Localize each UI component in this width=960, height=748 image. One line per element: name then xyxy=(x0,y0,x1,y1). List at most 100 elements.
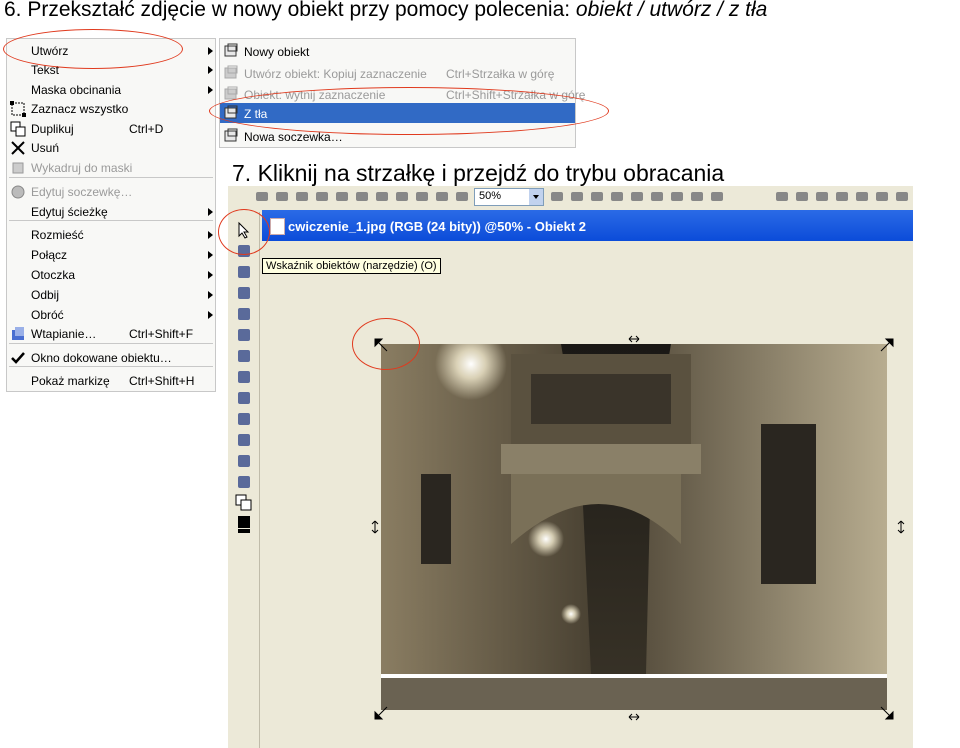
menu-item-6[interactable]: Wykadruj do maski xyxy=(7,158,215,177)
menu-item-0[interactable]: Utwórz xyxy=(7,41,215,60)
submenu-item-4[interactable]: Nowa soczewka… xyxy=(220,126,575,146)
toolbar-button-icon[interactable] xyxy=(589,189,605,204)
toolbar-button-icon[interactable] xyxy=(649,189,665,204)
menu-item-7[interactable]: Edytuj soczewkę… xyxy=(7,182,215,201)
menu-separator xyxy=(9,220,213,221)
submenu-item-label: Z tła xyxy=(244,107,268,121)
toolbar-button-icon[interactable] xyxy=(334,189,350,204)
feather-icon xyxy=(10,326,26,342)
object-icon xyxy=(223,65,239,81)
menu-item-5[interactable]: Usuń xyxy=(7,138,215,157)
document-title: cwiczenie_1.jpg (RGB (24 bity)) @50% - O… xyxy=(288,219,587,234)
toolbar-button-icon[interactable] xyxy=(854,189,870,204)
toolbar-button-icon[interactable] xyxy=(894,189,910,204)
menu-item-3[interactable]: Zaznacz wszystko xyxy=(7,99,215,118)
toolbar-button-icon[interactable] xyxy=(549,189,565,204)
submenu-item-2[interactable]: Obiekt: wytnij zaznaczenie Ctrl+Shift+Str… xyxy=(220,84,585,104)
menu-item-15[interactable]: Okno dokowane obiektu… xyxy=(7,348,215,367)
menu-item-8[interactable]: Edytuj ścieżkę xyxy=(7,202,215,221)
toolbar-button-icon[interactable] xyxy=(414,189,430,204)
shadow-icon[interactable] xyxy=(233,451,255,471)
menu-item-9[interactable]: Rozmieść xyxy=(7,225,215,244)
toolbar-button-icon[interactable] xyxy=(794,189,810,204)
toolbar-button-icon[interactable] xyxy=(394,189,410,204)
chevron-down-icon[interactable] xyxy=(529,189,543,205)
toolbar-button-icon[interactable] xyxy=(814,189,830,204)
menu-item-label: Rozmieść xyxy=(31,228,84,242)
menu-item-label: Otoczka xyxy=(31,268,76,282)
resize-handle-bottom[interactable] xyxy=(627,710,641,724)
checkmark-icon xyxy=(10,350,26,366)
submenu-arrow-icon xyxy=(208,208,213,216)
clone-icon[interactable] xyxy=(233,430,255,450)
toolbar-button-icon[interactable] xyxy=(609,189,625,204)
menu-item-13[interactable]: Obróć xyxy=(7,305,215,324)
menu-separator xyxy=(9,177,213,178)
crop-icon[interactable] xyxy=(233,262,255,282)
object-icon xyxy=(223,128,239,144)
toolbar-button-icon[interactable] xyxy=(834,189,850,204)
zoom-select[interactable]: 50% xyxy=(474,188,544,206)
resize-handle-left[interactable] xyxy=(368,520,382,534)
toolbar-button-icon[interactable] xyxy=(689,189,705,204)
menu-item-11[interactable]: Otoczka xyxy=(7,265,215,284)
color-swatch-icon[interactable] xyxy=(233,493,255,513)
toolbar-button-icon[interactable] xyxy=(874,189,890,204)
toolbar-button-icon[interactable] xyxy=(454,189,470,204)
foreground-color-icon[interactable] xyxy=(233,514,255,534)
menu-item-16[interactable]: Pokaż markizę Ctrl+Shift+H xyxy=(7,371,215,390)
submenu-item-0[interactable]: Nowy obiekt xyxy=(220,41,575,61)
toolbar-button-icon[interactable] xyxy=(434,189,450,204)
tool-tooltip: Wskaźnik obiektów (narzędzie) (O) xyxy=(262,258,441,274)
brush-icon[interactable] xyxy=(233,388,255,408)
marquee-icon[interactable] xyxy=(233,241,255,261)
text-tool-icon[interactable] xyxy=(233,346,255,366)
toolbar-button-icon[interactable] xyxy=(709,189,725,204)
toolbar-button-icon[interactable] xyxy=(314,189,330,204)
menu-item-10[interactable]: Połącz xyxy=(7,245,215,264)
menu-item-4[interactable]: Duplikuj Ctrl+D xyxy=(7,119,215,138)
menu-item-label: Zaznacz wszystko xyxy=(31,102,129,116)
resize-handle-top-left[interactable] xyxy=(374,338,388,352)
resize-handle-top-right[interactable] xyxy=(880,338,894,352)
resize-handle-bottom-right[interactable] xyxy=(880,706,894,720)
resize-handle-bottom-left[interactable] xyxy=(374,706,388,720)
lens-icon xyxy=(10,184,26,200)
menu-separator xyxy=(9,366,213,367)
toolbar-button-icon[interactable] xyxy=(354,189,370,204)
submenu-item-1[interactable]: Utwórz obiekt: Kopiuj zaznaczenie Ctrl+St… xyxy=(220,63,575,83)
eyedropper-icon[interactable] xyxy=(233,304,255,324)
pick-tool-icon[interactable] xyxy=(233,220,255,240)
toolbar-button-icon[interactable] xyxy=(569,189,585,204)
menu-item-shortcut: Ctrl+Shift+H xyxy=(129,374,195,388)
red-eye-icon[interactable] xyxy=(233,367,255,387)
street-photo[interactable] xyxy=(381,344,887,710)
toolbox xyxy=(229,212,260,748)
toolbar-button-icon[interactable] xyxy=(669,189,685,204)
resize-handle-top[interactable] xyxy=(627,332,641,346)
toolbar-button-icon[interactable] xyxy=(774,189,790,204)
menu-item-label: Odbij xyxy=(31,288,60,302)
object-icon xyxy=(223,43,239,59)
menu-item-label: Obróć xyxy=(31,308,64,322)
document-titlebar[interactable]: cwiczenie_1.jpg (RGB (24 bity)) @50% - O… xyxy=(262,210,913,241)
toolbar-button-icon[interactable] xyxy=(294,189,310,204)
transparency-icon[interactable] xyxy=(233,472,255,492)
menu-item-2[interactable]: Maska obcinania xyxy=(7,80,215,99)
property-toolbar xyxy=(244,186,913,208)
menu-item-1[interactable]: Tekst xyxy=(7,60,215,79)
fill-icon[interactable] xyxy=(233,409,255,429)
menu-item-label: Edytuj soczewkę… xyxy=(31,185,133,199)
toolbar-button-icon[interactable] xyxy=(374,189,390,204)
menu-item-12[interactable]: Odbij xyxy=(7,285,215,304)
toolbar-button-icon[interactable] xyxy=(254,189,270,204)
menu-item-label: Połącz xyxy=(31,248,68,262)
submenu-item-3[interactable]: Z tła xyxy=(220,103,575,123)
toolbar-button-icon[interactable] xyxy=(629,189,645,204)
resize-handle-right[interactable] xyxy=(894,520,908,534)
eraser-icon[interactable] xyxy=(233,325,255,345)
toolbar-button-icon[interactable] xyxy=(274,189,290,204)
menu-separator xyxy=(9,343,213,344)
zoom-icon[interactable] xyxy=(233,283,255,303)
menu-item-14[interactable]: Wtapianie… Ctrl+Shift+F xyxy=(7,324,215,343)
